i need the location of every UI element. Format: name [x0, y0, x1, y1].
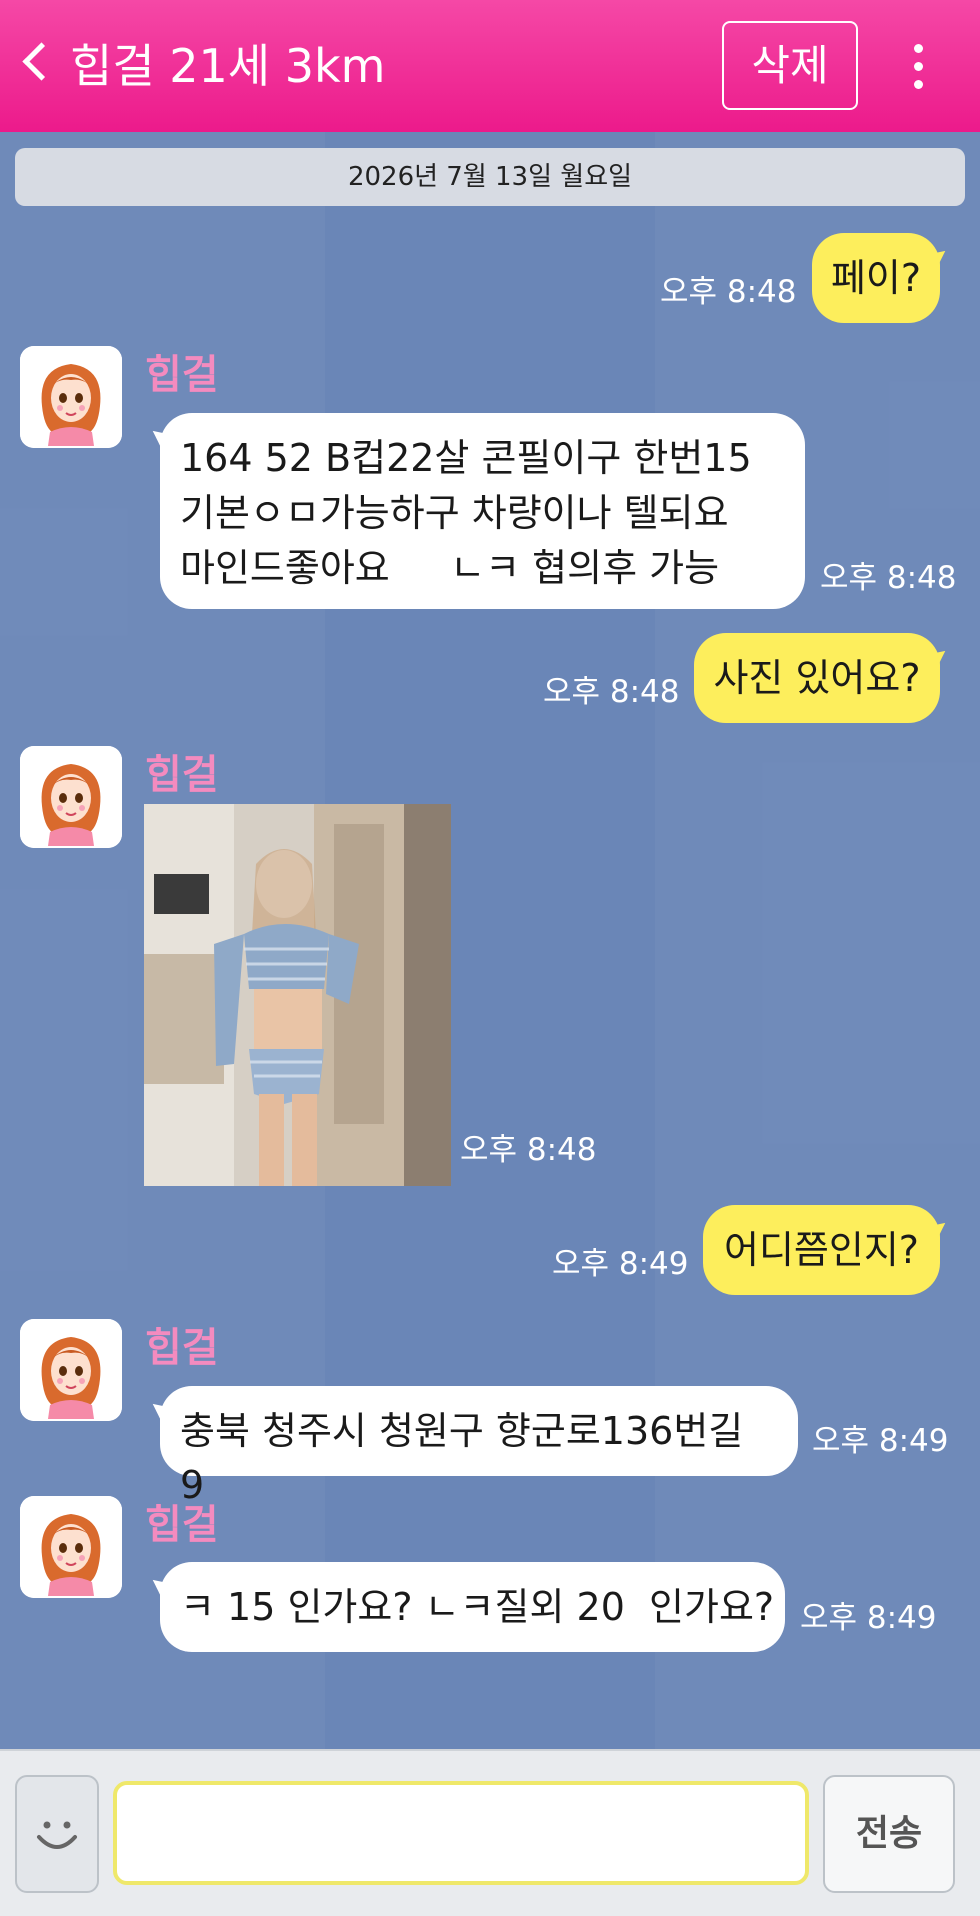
sender-name: 힙걸 [145, 1502, 219, 1548]
avatar[interactable] [20, 1319, 122, 1421]
avatar[interactable] [20, 346, 122, 448]
sender-name: 힙걸 [145, 1325, 219, 1371]
delete-button[interactable]: 삭제 [722, 21, 858, 110]
message-time: 오후 8:48 [820, 560, 957, 596]
outgoing-message[interactable]: 페이? [812, 233, 940, 323]
back-arrow-icon[interactable] [22, 42, 61, 81]
message-time: 오후 8:49 [552, 1246, 689, 1282]
girl-avatar-icon [20, 746, 122, 848]
message-time: 오후 8:49 [800, 1600, 937, 1636]
girl-avatar-icon [20, 1496, 122, 1598]
more-options-icon[interactable] [910, 44, 926, 90]
message-time: 오후 8:48 [543, 674, 680, 710]
background-stripe [655, 132, 980, 1749]
girl-avatar-icon [20, 346, 122, 448]
girl-avatar-icon [20, 1319, 122, 1421]
message-time: 오후 8:48 [460, 1132, 597, 1168]
send-button[interactable]: 전송 [823, 1775, 955, 1893]
outgoing-message[interactable]: 사진 있어요? [694, 633, 940, 723]
avatar[interactable] [20, 1496, 122, 1598]
photo-message[interactable] [144, 804, 451, 1186]
chat-header: 힙걸 21세 3km 삭제 [0, 0, 980, 132]
smiley-icon [37, 1821, 77, 1849]
outgoing-message[interactable]: 어디쯤인지? [703, 1205, 940, 1295]
message-line: 164 52 B컵22살 콘필이구 한번15 [180, 436, 752, 480]
message-input-bar: 전송 [0, 1749, 980, 1916]
incoming-message[interactable]: 충북 청주시 청원구 향군로136번길 9 [160, 1386, 798, 1507]
message-line: 마인드좋아요 ㄴㅋ 협의후 가능 [180, 546, 720, 590]
message-input[interactable] [113, 1781, 809, 1885]
sender-name: 힙걸 [145, 752, 219, 798]
message-line: 기본ㅇㅁ가능하구 차량이나 텔되요 [180, 491, 729, 535]
message-time: 오후 8:48 [660, 274, 797, 310]
photo-image [144, 804, 451, 1186]
sender-name: 힙걸 [145, 352, 219, 398]
incoming-message[interactable]: 164 52 B컵22살 콘필이구 한번15 기본ㅇㅁ가능하구 차량이나 텔되요… [160, 413, 805, 609]
emoticon-button[interactable] [15, 1775, 99, 1893]
message-time: 오후 8:49 [812, 1423, 949, 1459]
date-separator: 2026년 7월 13일 월요일 [15, 148, 965, 206]
avatar[interactable] [20, 746, 122, 848]
chat-title: 힙걸 21세 3km [70, 39, 386, 93]
incoming-message[interactable]: ㅋ 15 인가요? ㄴㅋ질외 20 인가요? [160, 1562, 785, 1652]
